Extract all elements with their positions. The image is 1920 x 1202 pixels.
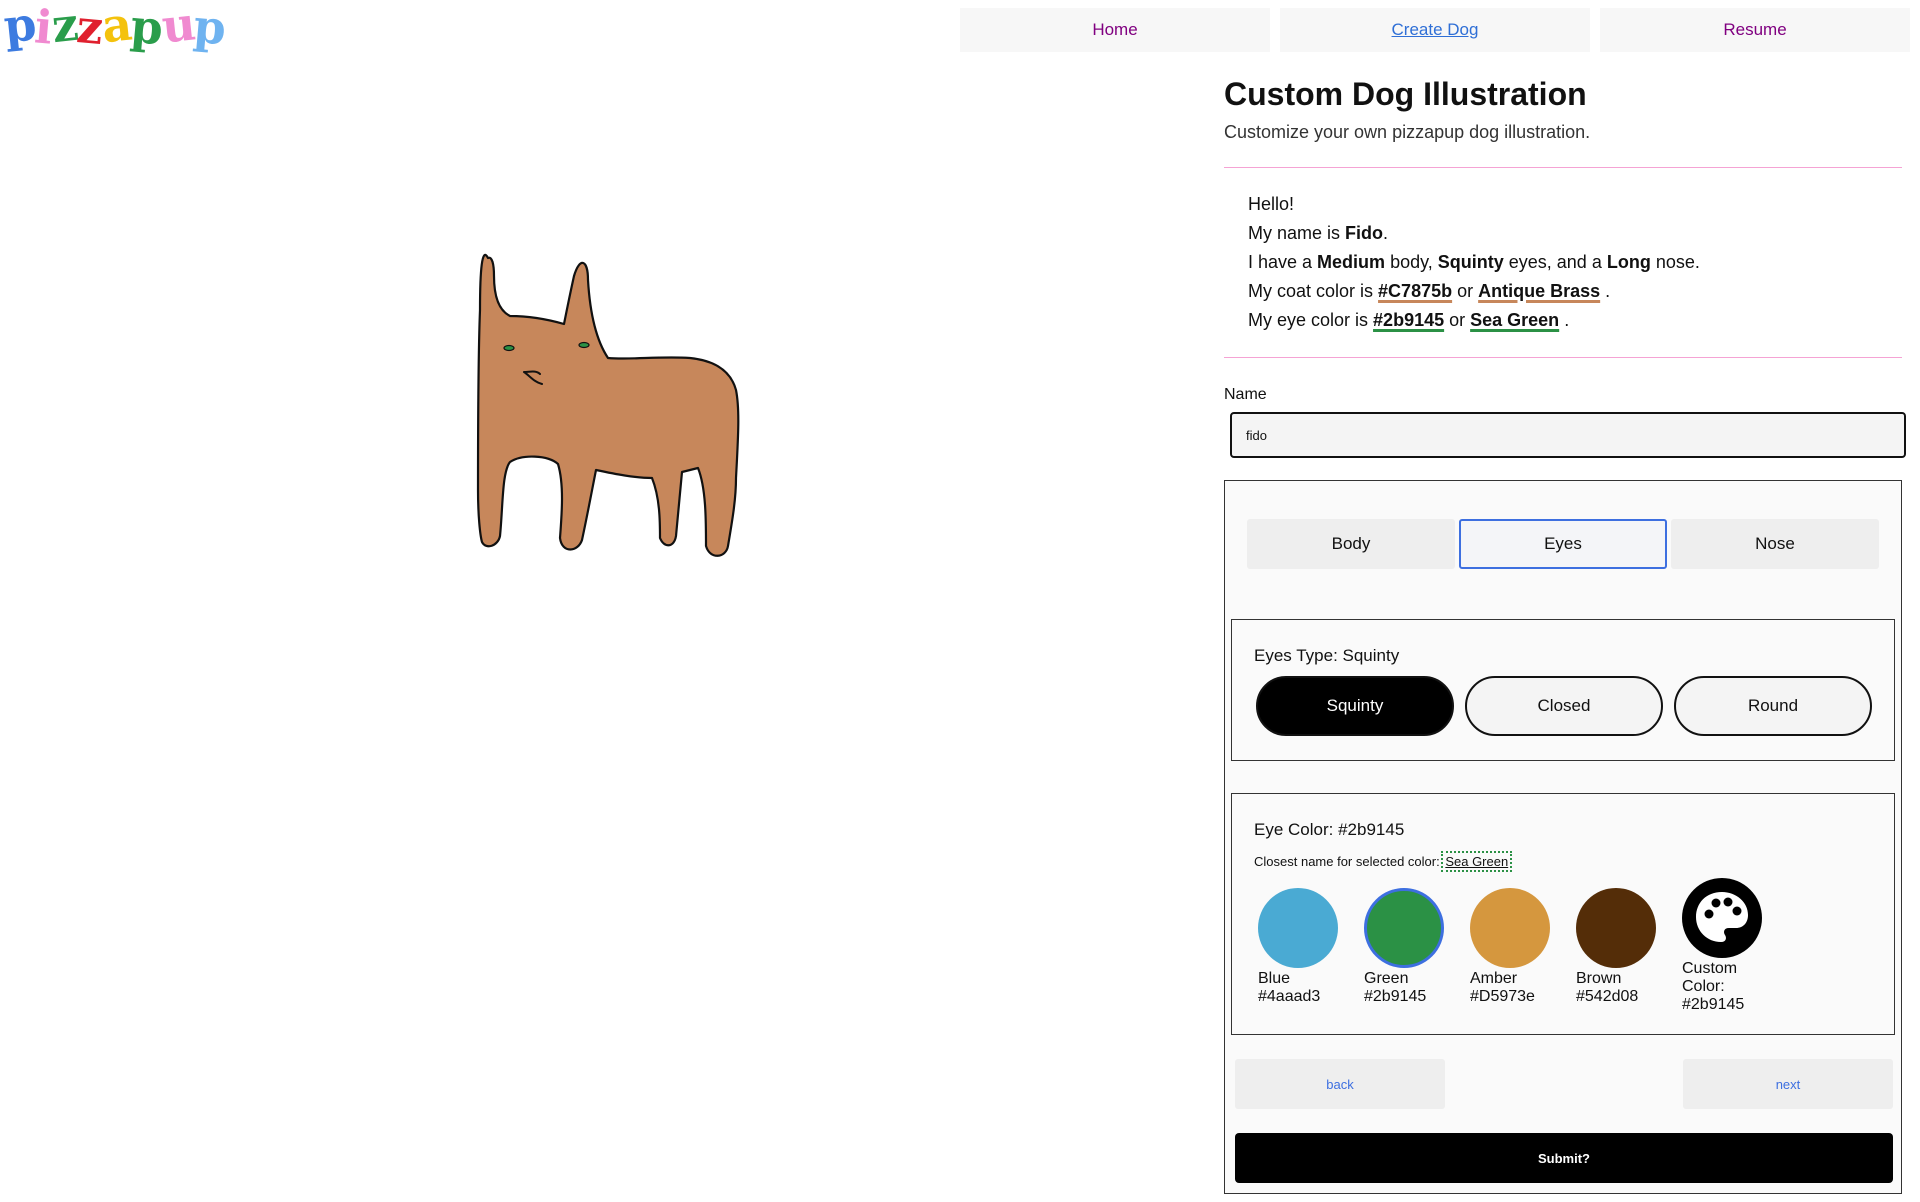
summary-hello: Hello! (1248, 194, 1295, 214)
coat-hex-link[interactable]: #C7875b (1378, 281, 1452, 301)
closest-color-line: Closest name for selected color: Sea Gre… (1254, 851, 1513, 872)
swatch-circle[interactable] (1258, 888, 1338, 968)
feature-tabs: Body Eyes Nose (1247, 519, 1879, 569)
back-button[interactable]: back (1235, 1059, 1445, 1109)
tab-nose[interactable]: Nose (1671, 519, 1879, 569)
closest-color-name[interactable]: Sea Green (1441, 851, 1513, 872)
page-title: Custom Dog Illustration (1224, 76, 1587, 112)
eyes-type-label: Eyes Type: Squinty (1254, 646, 1400, 665)
summary-body-type: Medium (1317, 252, 1386, 272)
nav-create-dog-link[interactable]: Create Dog (1280, 8, 1590, 52)
next-button[interactable]: next (1683, 1059, 1893, 1109)
swatch-green[interactable]: Green #2b9145 (1364, 888, 1446, 1014)
swatch-amber[interactable]: Amber #D5973e (1470, 888, 1552, 1014)
swatch-blue[interactable]: Blue #4aaad3 (1258, 888, 1340, 1014)
eyes-type-options: Squinty Closed Round (1256, 676, 1872, 736)
dog-right-eye (578, 341, 590, 349)
summary-nose-type: Long (1606, 252, 1651, 272)
tab-body[interactable]: Body (1247, 519, 1455, 569)
dog-summary: Hello! My name is Fido. I have a Medium … (1224, 168, 1902, 357)
dog-left-eye (503, 344, 515, 352)
step-buttons: back next (1235, 1059, 1893, 1109)
summary-name: Fido (1345, 223, 1384, 243)
eye-color-section: Eye Color: #2b9145 Closest name for sele… (1231, 793, 1895, 1035)
summary-eye-type: Squinty (1437, 252, 1504, 272)
summary-eye-color-line: My eye color is #2b9145 or Sea Green . (1248, 310, 1570, 330)
options-panel: Body Eyes Nose Eyes Type: Squinty Squint… (1224, 480, 1902, 1194)
summary-features-line: I have a Medium body, Squinty eyes, and … (1248, 252, 1700, 272)
logo-letter: p (191, 0, 228, 56)
name-input[interactable] (1230, 412, 1906, 458)
swatch-custom[interactable]: Custom Color: #2b9145 (1682, 878, 1764, 1014)
summary-name-line: My name is Fido. (1248, 223, 1389, 243)
name-label: Name (1224, 386, 1267, 403)
page-subtitle: Customize your own pizzapup dog illustra… (1224, 122, 1591, 142)
top-nav: Home Create Dog Resume (960, 8, 1910, 52)
eye-color-label: Eye Color: #2b9145 (1254, 820, 1405, 839)
coat-name-link[interactable]: Antique Brass (1478, 281, 1600, 301)
nav-resume-link[interactable]: Resume (1600, 8, 1910, 52)
divider (1224, 357, 1902, 358)
dog-illustration (476, 254, 740, 557)
palette-icon[interactable] (1682, 878, 1762, 958)
swatch-brown[interactable]: Brown #542d08 (1576, 888, 1658, 1014)
tab-eyes[interactable]: Eyes (1459, 519, 1667, 569)
eyes-type-section: Eyes Type: Squinty Squinty Closed Round (1231, 619, 1895, 761)
summary-coat-line: My coat color is #C7875b or Antique Bras… (1248, 281, 1611, 301)
eye-option-closed[interactable]: Closed (1465, 676, 1663, 736)
submit-button[interactable]: Submit? (1235, 1133, 1893, 1183)
swatch-circle[interactable] (1470, 888, 1550, 968)
nav-home-link[interactable]: Home (960, 8, 1270, 52)
logo-letter: p (128, 0, 165, 56)
eye-option-round[interactable]: Round (1674, 676, 1872, 736)
pizzapup-logo[interactable]: pizzapup (1, 0, 227, 55)
logo-letter: a (99, 0, 134, 54)
eye-color-swatches: Blue #4aaad3 Green #2b9145 Amber #D5973e Br… (1258, 878, 1764, 1014)
dog-body (476, 254, 740, 557)
eye-option-squinty[interactable]: Squinty (1256, 676, 1454, 736)
eye-name-link[interactable]: Sea Green (1470, 310, 1559, 330)
customizer-column: Custom Dog Illustration Customize your o… (1224, 74, 1906, 1194)
eye-hex-link[interactable]: #2b9145 (1373, 310, 1444, 330)
swatch-circle[interactable] (1364, 888, 1444, 968)
swatch-circle[interactable] (1576, 888, 1656, 968)
